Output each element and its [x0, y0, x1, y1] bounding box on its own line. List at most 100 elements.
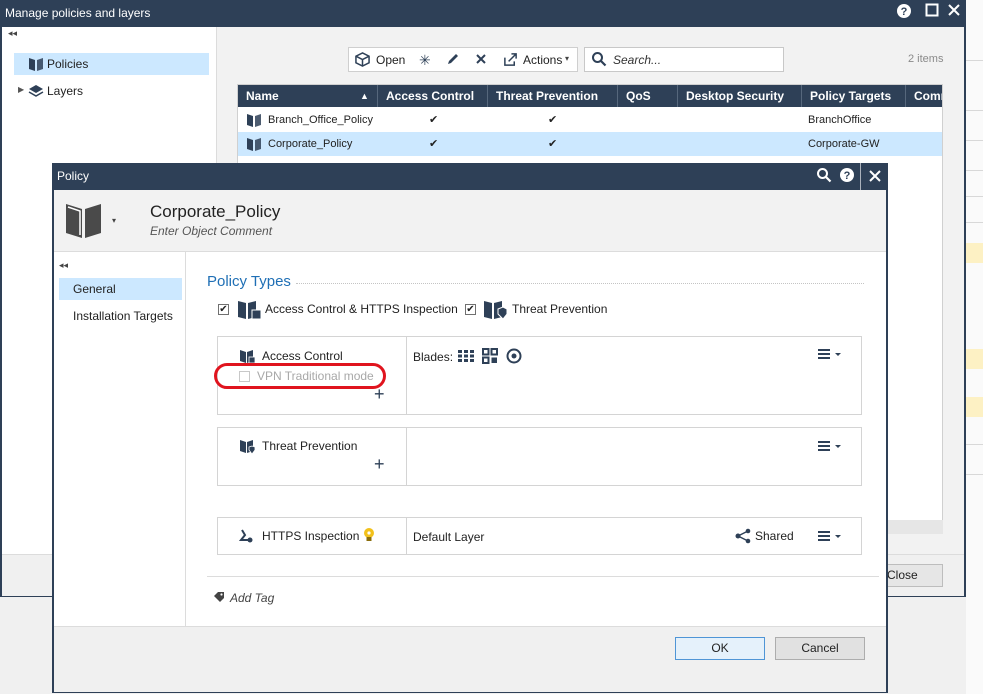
policy-book-large-icon[interactable] — [64, 200, 104, 243]
tree-item-policies[interactable]: Policies — [14, 53, 209, 75]
cell-access-control: ✔ — [429, 138, 439, 150]
threat-prevention-book-icon — [239, 438, 256, 457]
ok-button[interactable]: OK — [675, 637, 765, 660]
expand-arrow-icon[interactable]: ▶ — [18, 85, 24, 94]
tree-item-layers[interactable]: ▶ Layers — [14, 80, 209, 102]
help-icon[interactable]: ? — [839, 167, 855, 186]
nav-item-installation-targets[interactable]: Installation Targets — [59, 305, 182, 327]
threat-prevention-checkbox[interactable]: ✔ — [465, 304, 476, 315]
help-icon[interactable]: ? — [894, 3, 914, 23]
nav-item-label: General — [73, 282, 116, 296]
window-title: Manage policies and layers — [5, 6, 151, 20]
share-icon — [735, 528, 751, 547]
close-icon[interactable] — [944, 3, 964, 23]
chevron-down-icon[interactable]: ▾ — [112, 216, 116, 225]
column-header-qos[interactable]: QoS — [618, 85, 678, 107]
object-name-field[interactable]: Corporate_Policy — [150, 202, 280, 222]
threat-prevention-label: Threat Prevention — [512, 302, 608, 316]
cancel-button[interactable]: Cancel — [775, 637, 865, 660]
column-header-comments[interactable]: Comm — [906, 85, 942, 107]
cell-policy-targets: Corporate-GW — [808, 138, 880, 150]
background-highlight — [966, 243, 983, 263]
background-divider — [966, 444, 983, 445]
access-control-type-icon — [237, 298, 262, 323]
close-icon[interactable] — [868, 169, 882, 186]
table-row[interactable]: Corporate_Policy ✔ ✔ Corporate-GW — [238, 132, 942, 156]
menu-icon[interactable] — [818, 529, 844, 546]
policies-toolbar: Open ✳ Actions ▾ — [348, 47, 578, 72]
actions-export-icon[interactable] — [503, 52, 518, 70]
tag-icon — [213, 591, 225, 606]
maximize-icon[interactable] — [922, 3, 942, 23]
table-header: Name ▲ Access Control Threat Prevention … — [238, 85, 942, 107]
search-icon — [591, 51, 607, 70]
chevron-down-icon[interactable]: ▾ — [565, 54, 569, 63]
section-title: Policy Types — [207, 273, 291, 290]
cell-policy-targets: BranchOffice — [808, 114, 872, 126]
column-header-label: Name — [246, 89, 279, 103]
section-divider — [296, 283, 864, 284]
svg-text:?: ? — [901, 6, 908, 18]
cell-threat-prevention: ✔ — [548, 114, 558, 126]
policy-book-icon — [28, 56, 44, 75]
lightbulb-tip-icon[interactable] — [362, 527, 376, 546]
column-header-policy-targets[interactable]: Policy Targets — [802, 85, 906, 107]
object-header: ▾ Corporate_Policy Enter Object Comment — [54, 190, 886, 252]
item-count: 2 items — [908, 53, 944, 65]
background-divider — [966, 170, 983, 171]
cell-name: Branch_Office_Policy — [268, 114, 373, 126]
tree-item-label: Layers — [47, 84, 84, 98]
close-button[interactable]: Close — [883, 564, 943, 587]
add-tag-link[interactable]: Add Tag — [230, 591, 274, 605]
highlight-annotation — [214, 363, 386, 389]
policy-book-icon — [246, 136, 262, 152]
column-header-access-control[interactable]: Access Control — [378, 85, 488, 107]
access-control-https-label: Access Control & HTTPS Inspection — [265, 302, 458, 316]
column-header-desktop-security[interactable]: Desktop Security — [678, 85, 802, 107]
threat-prevention-layer-label: Threat Prevention — [262, 439, 358, 453]
access-control-https-checkbox[interactable]: ✔ — [218, 304, 229, 315]
actions-menu-button[interactable]: Actions — [523, 53, 562, 67]
background-divider — [966, 60, 983, 61]
shared-label: Shared — [755, 529, 794, 543]
svg-text:?: ? — [844, 170, 851, 182]
column-header-name[interactable]: Name ▲ — [238, 85, 378, 107]
threat-prevention-type-icon — [483, 298, 508, 323]
application-blade-icon[interactable] — [482, 348, 498, 367]
menu-icon[interactable] — [818, 347, 844, 364]
content-awareness-blade-icon[interactable] — [506, 348, 522, 367]
cell-threat-prevention: ✔ — [548, 138, 558, 150]
titlebar-divider — [860, 163, 861, 190]
nav-item-general[interactable]: General — [59, 278, 182, 300]
cell-name: Corporate_Policy — [268, 138, 353, 150]
add-plus-icon[interactable]: + — [374, 455, 385, 473]
search-box[interactable]: Search... — [584, 47, 784, 72]
https-inspection-layer-label: HTTPS Inspection — [262, 529, 360, 543]
new-star-icon[interactable]: ✳ — [419, 52, 431, 69]
background-highlight — [966, 349, 983, 369]
https-layer-name: Default Layer — [413, 530, 485, 544]
object-comment-field[interactable]: Enter Object Comment — [150, 224, 272, 238]
table-row[interactable]: Branch_Office_Policy ✔ ✔ BranchOffice — [238, 108, 942, 132]
firewall-blade-icon[interactable] — [458, 349, 474, 366]
delete-x-icon[interactable] — [474, 52, 488, 69]
background-divider — [966, 222, 983, 223]
blades-label: Blades: — [413, 350, 454, 364]
add-plus-icon[interactable]: + — [374, 385, 385, 403]
open-cube-icon[interactable] — [355, 52, 370, 70]
search-input[interactable]: Search... — [613, 53, 661, 67]
https-inspection-icon — [238, 528, 253, 547]
search-icon[interactable] — [816, 167, 832, 186]
edit-pencil-icon[interactable] — [446, 52, 460, 69]
collapse-pane-icon[interactable]: ◂◂ — [59, 260, 68, 271]
background-divider — [966, 140, 983, 141]
tree-item-label: Policies — [47, 57, 89, 71]
nav-item-label: Installation Targets — [73, 309, 173, 323]
open-button[interactable]: Open — [376, 53, 405, 67]
column-header-threat-prevention[interactable]: Threat Prevention — [488, 85, 618, 107]
menu-icon[interactable] — [818, 439, 844, 456]
layers-icon — [28, 83, 44, 102]
dialog-titlebar: Policy ? — [52, 163, 888, 190]
threat-prevention-layer-box — [217, 427, 862, 486]
collapse-pane-icon[interactable]: ◂◂ — [8, 28, 17, 39]
